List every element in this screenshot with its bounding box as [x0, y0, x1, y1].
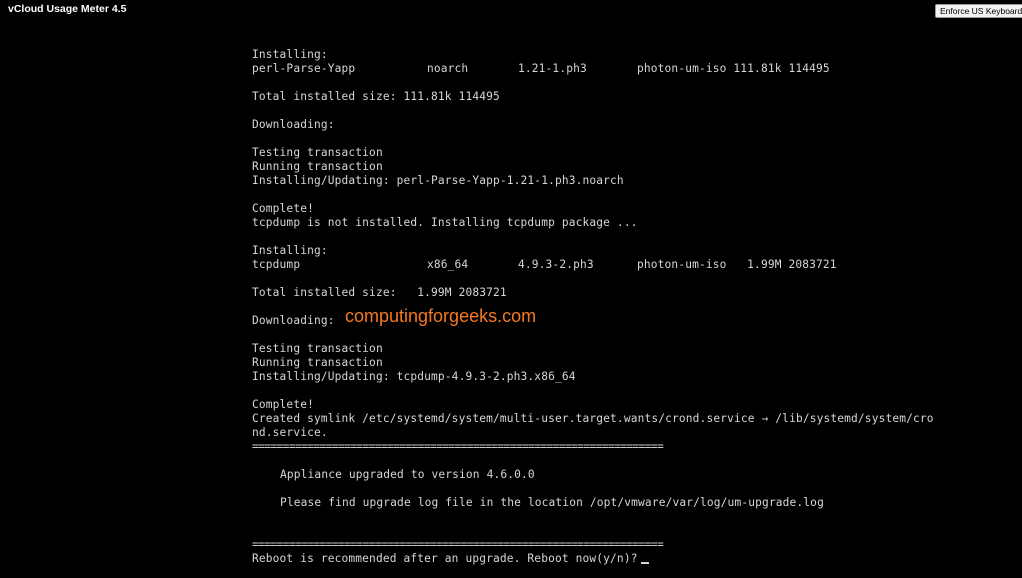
- separator-line: ========================================…: [252, 440, 664, 453]
- package-arch: x86_64: [427, 258, 469, 271]
- testing-line: Testing transaction: [252, 146, 383, 159]
- symlink-line-continued: nd.service.: [252, 426, 328, 439]
- updating-line: Installing/Updating: tcpdump-4.9.3-2.ph3…: [252, 370, 576, 383]
- console-line: Installing:: [252, 244, 992, 258]
- running-line: Running transaction: [252, 356, 383, 369]
- package-name: tcpdump: [252, 258, 301, 271]
- package-name: perl-Parse-Yapp: [252, 62, 356, 75]
- watermark: computingforgeeks.com: [345, 306, 537, 326]
- installing-label: Installing:: [252, 48, 328, 61]
- total-size-line: Total installed size: 1.99M 2083721: [252, 286, 507, 299]
- tcpdump-notice-line: tcpdump is not installed. Installing tcp…: [252, 216, 638, 229]
- package-version: 4.9.3-2.ph3: [518, 258, 594, 271]
- window-title: vCloud Usage Meter 4.5: [8, 3, 127, 15]
- running-line: Running transaction: [252, 160, 383, 173]
- installing-label: Installing:: [252, 244, 328, 257]
- complete-line: Complete!: [252, 398, 314, 411]
- testing-line: Testing transaction: [252, 342, 383, 355]
- package-row: perl-Parse-Yapp noarch 1.21-1.ph3 photon…: [252, 62, 992, 76]
- package-version: 1.21-1.ph3: [518, 62, 587, 75]
- symlink-line: Created symlink /etc/systemd/system/mult…: [252, 412, 934, 425]
- updating-line: Installing/Updating: perl-Parse-Yapp-1.2…: [252, 174, 624, 187]
- enforce-us-keyboard-button[interactable]: Enforce US Keyboard Layout: [935, 4, 1022, 18]
- package-arch: noarch: [427, 62, 469, 75]
- upgrade-message: Appliance upgraded to version 4.6.0.0: [280, 468, 535, 481]
- downloading-line: Downloading:: [252, 118, 335, 131]
- total-size-line: Total installed size: 111.81k 114495: [252, 90, 500, 103]
- cursor-icon: [640, 562, 649, 564]
- package-repo: photon-um-iso 111.81k 114495: [637, 62, 830, 75]
- complete-line: Complete!: [252, 202, 314, 215]
- separator-line: ========================================…: [252, 538, 664, 551]
- package-row: tcpdump x86_64 4.9.3-2.ph3 photon-um-iso…: [252, 258, 992, 272]
- console-line: Installing:: [252, 48, 992, 62]
- log-location-message: Please find upgrade log file in the loca…: [280, 496, 824, 509]
- reboot-prompt: Reboot is recommended after an upgrade. …: [252, 552, 638, 565]
- package-repo: photon-um-iso 1.99M 2083721: [637, 258, 837, 271]
- reboot-prompt-line[interactable]: Reboot is recommended after an upgrade. …: [252, 552, 992, 566]
